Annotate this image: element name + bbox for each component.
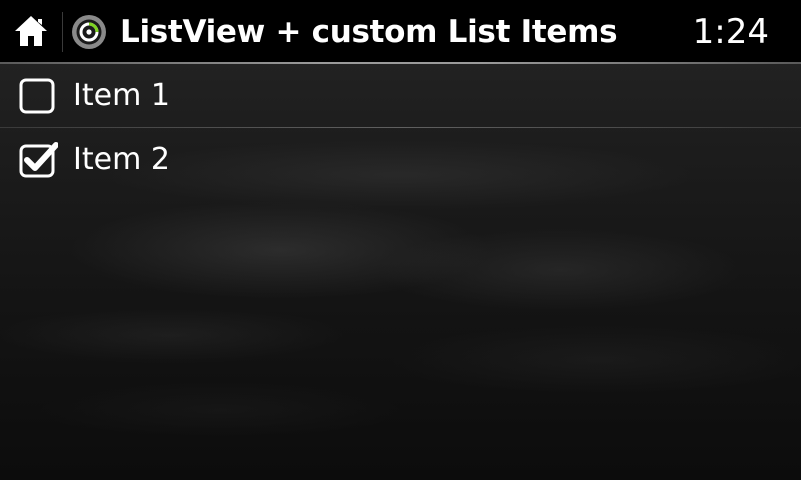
- app-logo-icon: [72, 15, 106, 49]
- checkbox-unchecked-icon[interactable]: [18, 77, 58, 115]
- checkbox-checked-icon[interactable]: [18, 141, 58, 179]
- list-item-label: Item 2: [73, 142, 170, 177]
- list-view: Item 1 Item 2: [0, 64, 801, 191]
- header-bar: ListView + custom List Items 1:24: [0, 0, 801, 62]
- home-icon: [15, 16, 47, 46]
- list-item-1[interactable]: Item 1: [0, 64, 801, 127]
- page-title: ListView + custom List Items: [120, 14, 618, 50]
- list-item-2[interactable]: Item 2: [0, 128, 801, 191]
- home-button[interactable]: [10, 12, 52, 50]
- clock: 1:24: [692, 12, 769, 52]
- list-item-label: Item 1: [73, 78, 170, 113]
- header-divider: [62, 12, 63, 52]
